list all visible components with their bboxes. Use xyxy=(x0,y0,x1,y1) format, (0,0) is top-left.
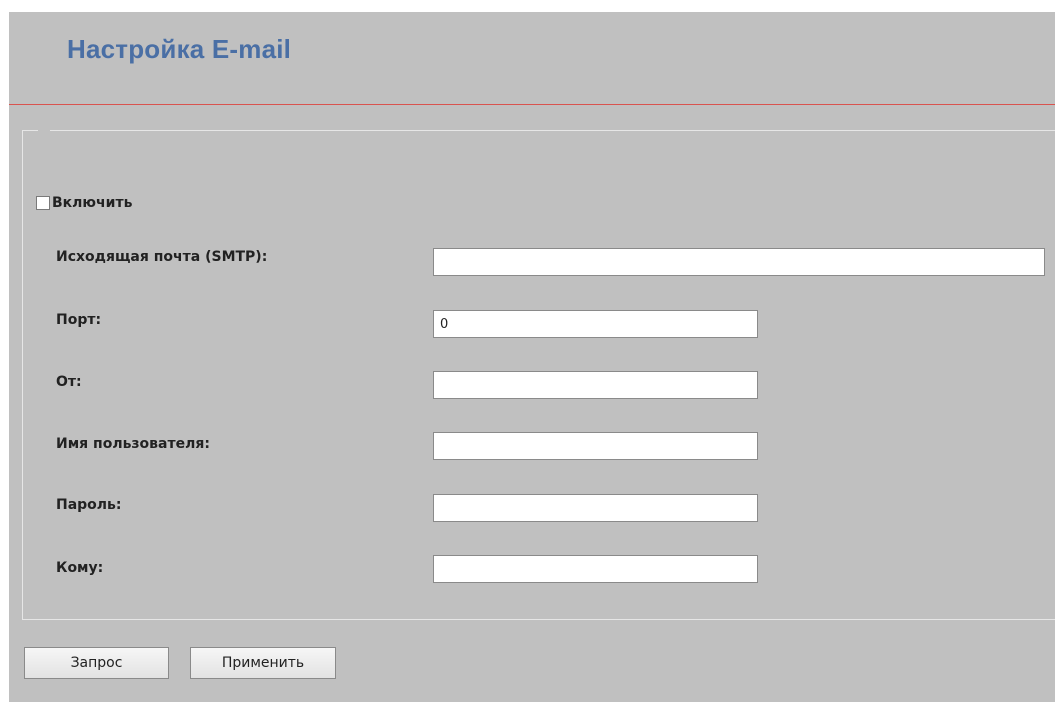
fieldset-border-segment xyxy=(22,130,38,131)
port-input[interactable] xyxy=(433,310,758,338)
from-label: От: xyxy=(56,374,82,390)
smtp-server-input[interactable] xyxy=(433,248,1045,276)
enable-checkbox-row[interactable]: Включить xyxy=(36,195,132,211)
recipient-label: Кому: xyxy=(56,560,104,576)
recipient-input[interactable] xyxy=(433,555,758,583)
query-button[interactable]: Запрос xyxy=(24,647,169,679)
enable-label: Включить xyxy=(52,195,133,211)
apply-button[interactable]: Применить xyxy=(190,647,336,679)
title-divider xyxy=(9,104,1055,105)
email-settings-panel: Настройка E-mail Включить Исходящая почт… xyxy=(9,12,1055,702)
page-title: Настройка E-mail xyxy=(67,34,292,64)
from-input[interactable] xyxy=(433,371,758,399)
password-label: Пароль: xyxy=(56,497,122,513)
username-input[interactable] xyxy=(433,432,758,460)
password-input[interactable] xyxy=(433,494,758,522)
enable-checkbox[interactable] xyxy=(36,196,50,210)
fieldset-border-segment xyxy=(50,130,1055,131)
username-label: Имя пользователя: xyxy=(56,436,210,452)
port-label: Порт: xyxy=(56,312,102,328)
smtp-server-label: Исходящая почта (SMTP): xyxy=(56,249,268,265)
